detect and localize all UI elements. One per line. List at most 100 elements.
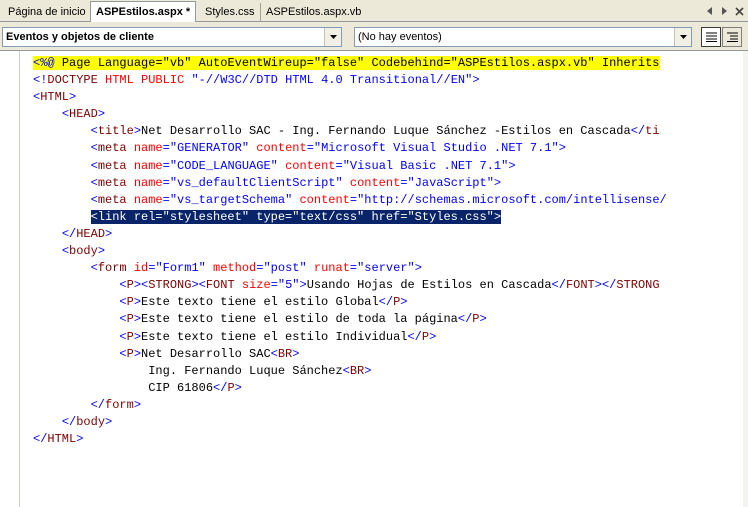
- chevron-down-icon[interactable]: [324, 28, 341, 46]
- token: <!: [33, 73, 48, 88]
- token: HTML: [47, 432, 77, 447]
- procedure-view-icon[interactable]: [722, 27, 742, 47]
- events-value: (No hay eventos): [358, 31, 442, 43]
- token: P: [421, 329, 430, 344]
- chevron-down-icon[interactable]: [674, 28, 691, 46]
- token: =: [306, 141, 314, 156]
- token: =: [335, 158, 343, 173]
- token: id: [133, 261, 149, 276]
- token: </: [378, 295, 394, 310]
- token: <: [90, 192, 98, 207]
- token: <: [270, 346, 278, 361]
- token: =: [162, 141, 170, 156]
- token: content: [256, 141, 307, 156]
- token: PUBLIC: [141, 73, 192, 88]
- code-editor[interactable]: <%@ Page Language="vb" AutoEventWireup="…: [0, 50, 748, 507]
- full-view-icon[interactable]: [701, 27, 721, 47]
- tab-label: Página de inicio: [8, 6, 86, 18]
- token: Net Desarrollo SAC - Ing. Fernando Luque…: [141, 124, 631, 139]
- code-line: <HEAD>: [33, 106, 743, 123]
- token: content: [285, 158, 336, 173]
- token: <: [342, 363, 350, 378]
- close-icon[interactable]: [733, 4, 746, 18]
- code-line: <meta name="CODE_LANGUAGE" content="Visu…: [33, 158, 743, 175]
- events-dropdown[interactable]: (No hay eventos): [354, 27, 692, 47]
- token: content: [349, 175, 401, 190]
- token: </: [61, 226, 77, 241]
- token: HTML: [105, 73, 142, 88]
- code-line: <meta name="GENERATOR" content="Microsof…: [33, 140, 743, 157]
- code-line-selected: <link rel="stylesheet" type="text/css" h…: [33, 209, 743, 226]
- code-line: <P><STRONG><FONT size="5">Usando Hojas d…: [33, 277, 743, 294]
- token: Este texto tiene el estilo Global: [141, 295, 379, 310]
- tab-aspestilos-aspx[interactable]: ASPEstilos.aspx *: [90, 1, 197, 23]
- token: >: [414, 261, 422, 276]
- token: P: [472, 312, 480, 327]
- code-line: <form id="Form1" method="post" runat="se…: [33, 260, 743, 277]
- token: </: [213, 380, 228, 395]
- token: >: [429, 329, 437, 344]
- tab-styles-css[interactable]: Styles.css: [200, 3, 261, 22]
- client-objects-dropdown[interactable]: Eventos y objetos de cliente: [2, 27, 342, 47]
- code-line: </form>: [33, 397, 743, 414]
- token: >: [493, 175, 502, 190]
- token: <: [119, 346, 127, 361]
- token: >: [69, 90, 77, 105]
- token: Net Desarrollo SAC: [141, 346, 271, 361]
- token: =: [162, 175, 170, 190]
- token: >: [133, 124, 142, 139]
- arrow-right-icon[interactable]: [718, 4, 731, 18]
- tab-pagina-de-inicio[interactable]: Página de inicio: [3, 3, 92, 22]
- code-line: <meta name="vs_defaultClientScript" cont…: [33, 175, 743, 192]
- vertical-scrollbar[interactable]: [743, 51, 748, 507]
- token: name: [133, 141, 163, 156]
- token: Este texto tiene el estilo de toda la pá…: [141, 312, 458, 327]
- token: >: [472, 73, 480, 88]
- token: meta: [97, 192, 134, 207]
- token: <: [90, 124, 98, 139]
- token: >: [97, 244, 106, 259]
- token: name: [133, 175, 163, 190]
- token: >: [133, 329, 142, 344]
- token: name: [133, 192, 163, 207]
- arrow-left-icon[interactable]: [703, 4, 716, 18]
- token: >: [105, 414, 113, 429]
- navigation-bar: Eventos y objetos de cliente (No hay eve…: [0, 22, 748, 50]
- token: ></: [594, 278, 617, 293]
- tab-scroll-controls: [703, 4, 746, 18]
- code-line: CIP 61806</P>: [33, 380, 743, 397]
- token: </: [630, 124, 646, 139]
- token: CIP 61806: [148, 380, 214, 395]
- token: HTML: [40, 90, 70, 105]
- code-line: <P>Este texto tiene el estilo de toda la…: [33, 311, 743, 328]
- token: <: [90, 158, 98, 173]
- token: ><: [133, 278, 149, 293]
- token: =: [270, 278, 278, 293]
- token: title: [97, 124, 134, 139]
- token: BR: [277, 346, 293, 361]
- token: BR: [349, 363, 365, 378]
- token: P: [227, 380, 235, 395]
- token: HEAD: [69, 107, 98, 122]
- code-line: <HTML>: [33, 89, 743, 106]
- token: STRONG: [616, 278, 660, 293]
- token: <: [61, 244, 70, 259]
- editor-margin: [0, 51, 20, 507]
- token: <: [90, 175, 98, 190]
- code-line: <title>Net Desarrollo SAC - Ing. Fernand…: [33, 123, 743, 140]
- token: DOCTYPE: [47, 73, 106, 88]
- token: <: [119, 295, 127, 310]
- token: meta: [97, 175, 134, 190]
- token: body: [76, 414, 106, 429]
- token: >: [400, 295, 408, 310]
- token: >: [292, 346, 300, 361]
- selected-text[interactable]: <link rel="stylesheet" type="text/css" h…: [90, 209, 502, 224]
- tab-aspestilos-aspx-vb[interactable]: ASPEstilos.aspx.vb: [261, 3, 366, 22]
- token: meta: [97, 158, 134, 173]
- token: </: [407, 329, 422, 344]
- code-line: <meta name="vs_targetSchema" content="ht…: [33, 192, 743, 209]
- tab-label: ASPEstilos.aspx.vb: [266, 6, 362, 18]
- token: </: [551, 278, 566, 293]
- token: >: [133, 295, 142, 310]
- token: "GENERATOR": [169, 141, 257, 156]
